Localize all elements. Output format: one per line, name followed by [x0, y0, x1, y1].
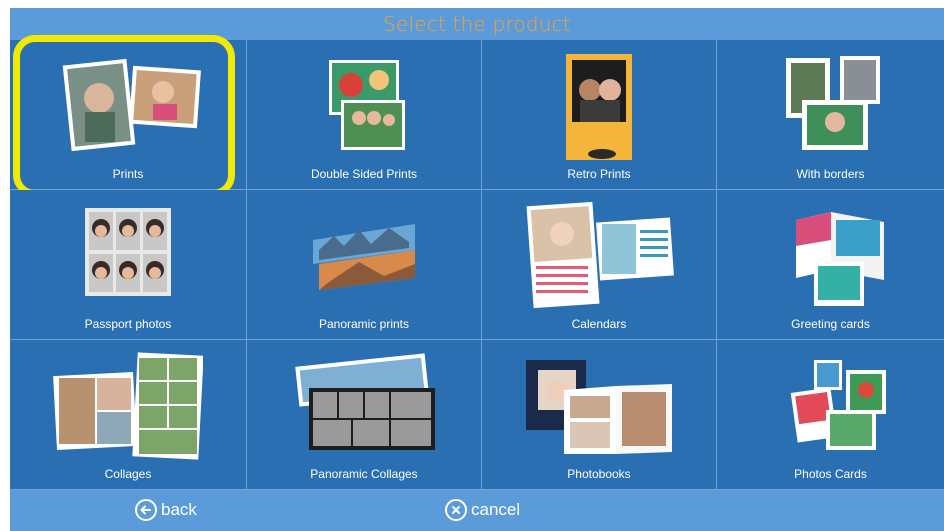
tile-label: Panoramic Collages — [310, 467, 418, 481]
panoramic-prints-icon — [313, 224, 415, 290]
close-icon — [445, 499, 467, 521]
back-label: back — [161, 500, 197, 519]
prints-photo-icon — [62, 58, 201, 152]
tile-label: With borders — [796, 167, 865, 181]
product-tile-calendars[interactable]: Calendars — [482, 190, 717, 340]
product-selection-screen: Select the product Prints Double Sided P… — [10, 8, 944, 531]
bordered-prints-icon — [785, 56, 880, 150]
tile-label: Collages — [104, 467, 152, 481]
product-tile-photobooks[interactable]: Photobooks — [482, 340, 717, 490]
product-tile-collages[interactable]: Collages — [10, 340, 247, 490]
product-grid: Prints Double Sided Prints Retro Prints … — [10, 35, 944, 490]
tile-label: Panoramic prints — [318, 317, 410, 331]
tile-label: Photos Cards — [794, 467, 867, 481]
product-tile-panoramic-collages[interactable]: Panoramic Collages — [247, 340, 482, 490]
tile-label: Passport photos — [84, 317, 172, 331]
passport-photos-icon — [85, 208, 171, 296]
back-button[interactable]: back — [135, 494, 197, 526]
greeting-card-icon — [795, 212, 884, 306]
cancel-button[interactable]: cancel — [445, 494, 520, 526]
tile-label: Retro Prints — [567, 167, 631, 181]
product-tile-with-borders[interactable]: With borders — [717, 40, 944, 190]
retro-prints-icon — [566, 54, 632, 160]
product-tile-photos-cards[interactable]: Photos Cards — [717, 340, 944, 490]
double-sided-prints-icon — [329, 60, 405, 150]
product-tile-double-sided-prints[interactable]: Double Sided Prints — [247, 40, 482, 190]
product-tile-retro-prints[interactable]: Retro Prints — [482, 40, 717, 190]
tile-label: Greeting cards — [791, 317, 870, 331]
tile-label: Photobooks — [567, 467, 631, 481]
product-tile-passport-photos[interactable]: Passport photos — [10, 190, 247, 340]
cancel-label: cancel — [471, 500, 521, 519]
product-tile-greeting-cards[interactable]: Greeting cards — [717, 190, 944, 340]
tile-label: Double Sided Prints — [310, 167, 418, 181]
page-title: Select the product — [10, 8, 944, 40]
arrow-left-icon — [135, 499, 157, 521]
tile-label: Calendars — [571, 317, 627, 331]
photobook-icon — [526, 360, 672, 454]
collage-icon — [53, 352, 203, 460]
bottom-bar: back cancel — [10, 490, 944, 531]
tile-label: Prints — [112, 167, 144, 181]
calendar-icon — [526, 201, 674, 309]
product-tile-prints[interactable]: Prints — [10, 35, 247, 197]
photo-cards-icon — [790, 360, 886, 450]
product-tile-panoramic-prints[interactable]: Panoramic prints — [247, 190, 482, 340]
panoramic-collage-icon — [295, 353, 435, 450]
